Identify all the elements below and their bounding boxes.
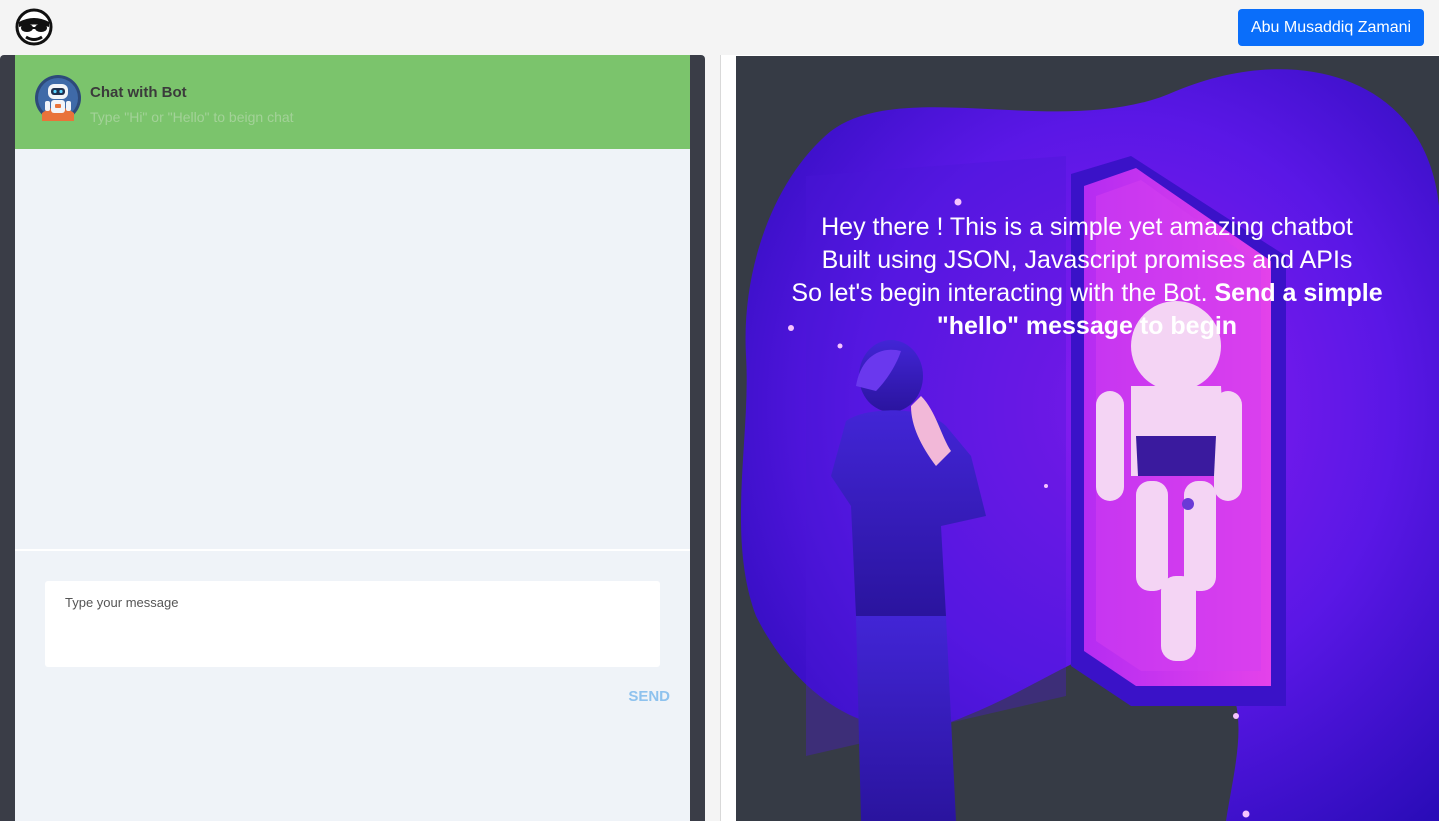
man-facing-robot-in-mirror-illustration <box>740 69 1439 821</box>
chat-subtitle: Type "Hi" or "Hello" to beign chat <box>90 109 294 125</box>
message-list[interactable] <box>15 149 690 549</box>
chat-column: Chat with Bot Type "Hi" or "Hello" to be… <box>0 55 705 821</box>
hero-line-1: Hey there ! This is a simple yet amazing… <box>821 213 1353 241</box>
masked-face-logo-icon[interactable] <box>14 8 54 46</box>
message-input[interactable] <box>45 581 660 667</box>
chat-panel: Chat with Bot Type "Hi" or "Hello" to be… <box>15 55 690 821</box>
robot-avatar-icon <box>35 75 81 121</box>
chat-header: Chat with Bot Type "Hi" or "Hello" to be… <box>15 55 690 149</box>
top-navbar: Abu Musaddiq Zamani <box>0 0 1439 55</box>
send-button[interactable]: SEND <box>600 685 670 707</box>
hero-line-3-plain: So let's begin interacting with the Bot. <box>791 279 1208 307</box>
hero-panel: Hey there ! This is a simple yet amazing… <box>736 56 1439 821</box>
divider <box>15 549 690 551</box>
hero-line-2: Built using JSON, Javascript promises an… <box>821 246 1353 274</box>
user-profile-button[interactable]: Abu Musaddiq Zamani <box>1238 9 1424 46</box>
hero-line-3: So let's begin interacting with the Bot.… <box>776 277 1398 343</box>
hero-intro-text: Hey there ! This is a simple yet amazing… <box>776 211 1398 343</box>
chat-title: Chat with Bot <box>90 84 187 101</box>
